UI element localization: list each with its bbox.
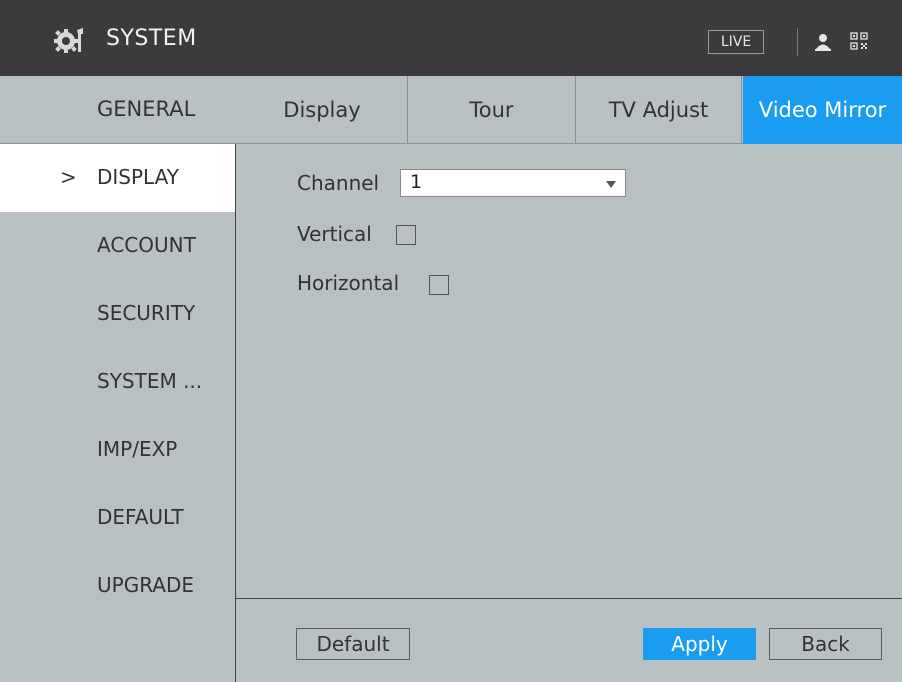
horizontal-checkbox[interactable] xyxy=(429,275,449,295)
back-button[interactable]: Back xyxy=(769,628,882,660)
sidebar: > DISPLAY ACCOUNT SECURITY SYSTEM ... IM… xyxy=(0,144,235,682)
vertical-checkbox[interactable] xyxy=(396,225,416,245)
main-panel: Channel 1 Vertical Horizontal Default Ap… xyxy=(235,144,902,682)
sidebar-item-display[interactable]: > DISPLAY xyxy=(0,144,235,212)
sidebar-item-label: UPGRADE xyxy=(97,573,195,597)
divider xyxy=(797,28,798,56)
default-button[interactable]: Default xyxy=(296,628,410,660)
tab-display[interactable]: Display xyxy=(237,76,407,144)
sidebar-item-label: DISPLAY xyxy=(97,165,180,189)
sidebar-item-label: SYSTEM ... xyxy=(97,369,203,393)
tab-video-mirror[interactable]: Video Mirror xyxy=(743,76,902,144)
sidebar-item-system[interactable]: SYSTEM ... xyxy=(0,348,235,416)
section-label-general: GENERAL xyxy=(97,97,196,121)
dropdown-arrow-icon xyxy=(606,181,616,188)
user-icon[interactable] xyxy=(815,33,831,51)
sidebar-item-imp-exp[interactable]: IMP/EXP xyxy=(0,416,235,484)
horizontal-label: Horizontal xyxy=(297,271,400,295)
apply-button[interactable]: Apply xyxy=(643,628,756,660)
sidebar-item-label: SECURITY xyxy=(97,301,196,325)
chevron-right-icon: > xyxy=(60,165,77,189)
sidebar-item-account[interactable]: ACCOUNT xyxy=(0,212,235,280)
channel-select-value: 1 xyxy=(410,171,423,193)
tab-tv-adjust[interactable]: TV Adjust xyxy=(575,76,742,144)
title-bar: SYSTEM LIVE xyxy=(0,0,902,76)
sidebar-item-label: ACCOUNT xyxy=(97,233,196,257)
live-button[interactable]: LIVE xyxy=(708,30,764,54)
sidebar-item-label: DEFAULT xyxy=(97,505,184,529)
divider xyxy=(236,598,902,599)
channel-select[interactable]: 1 xyxy=(400,169,626,197)
channel-label: Channel xyxy=(297,171,380,195)
sidebar-item-upgrade[interactable]: UPGRADE xyxy=(0,552,235,620)
page-title: SYSTEM xyxy=(106,26,197,51)
qr-code-icon[interactable] xyxy=(850,32,868,50)
gear-icon xyxy=(54,28,83,53)
sidebar-item-default[interactable]: DEFAULT xyxy=(0,484,235,552)
sidebar-item-security[interactable]: SECURITY xyxy=(0,280,235,348)
tab-tour[interactable]: Tour xyxy=(407,76,575,144)
tab-bar: GENERAL Display Tour TV Adjust Video Mir… xyxy=(0,76,902,144)
vertical-label: Vertical xyxy=(297,222,372,246)
sidebar-item-label: IMP/EXP xyxy=(97,437,178,461)
